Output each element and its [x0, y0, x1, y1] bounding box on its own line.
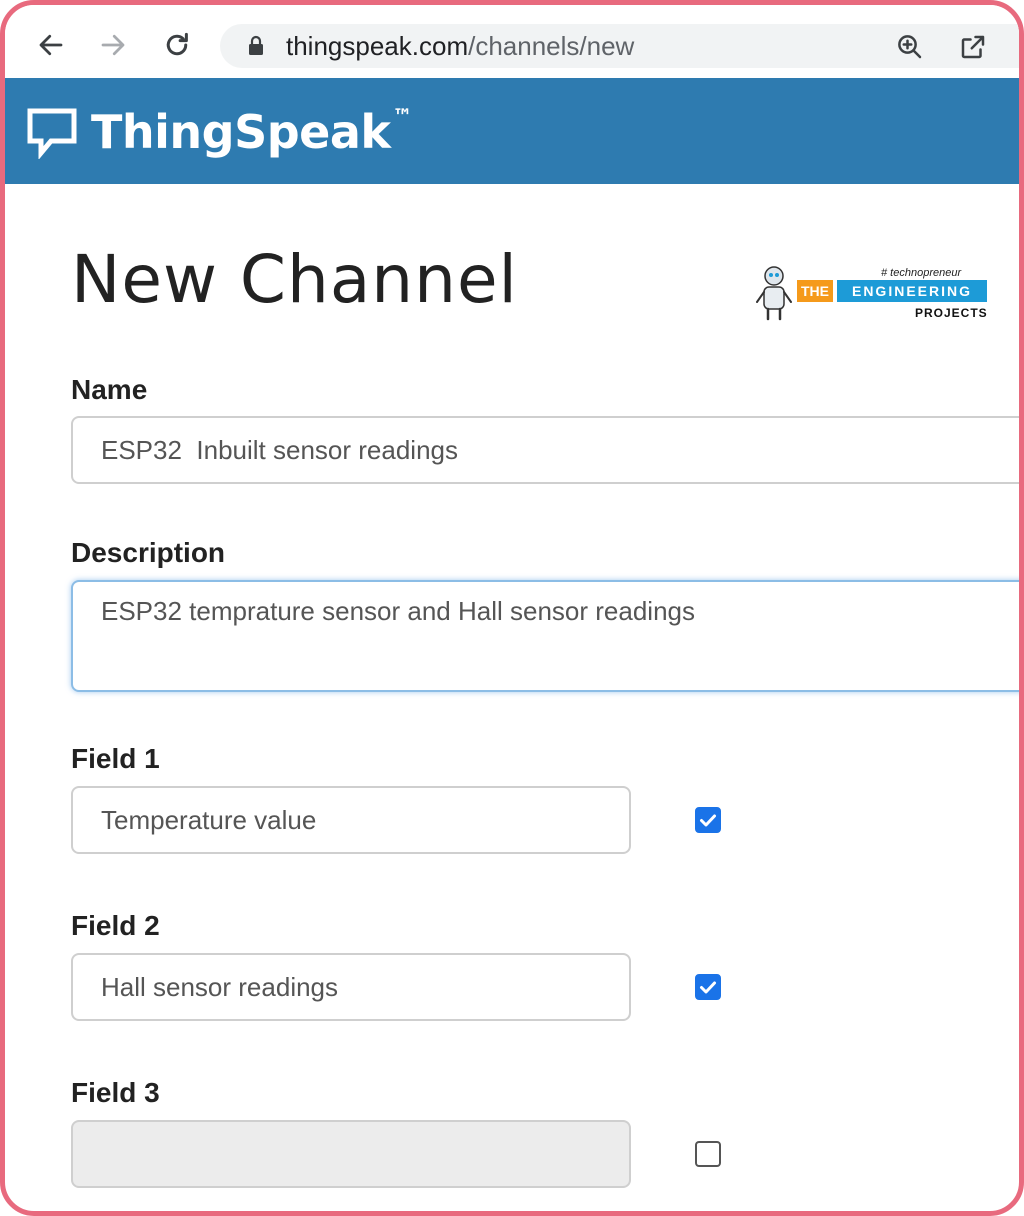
robot-icon	[756, 266, 792, 321]
checkmark-icon	[700, 981, 716, 994]
field-1-checkbox[interactable]	[695, 807, 721, 833]
url-host: thingspeak.com	[286, 31, 469, 61]
lock-icon[interactable]	[244, 34, 268, 58]
name-input[interactable]	[71, 416, 1019, 484]
trademark-symbol: ™	[392, 104, 413, 128]
share-icon[interactable]	[958, 32, 988, 62]
thingspeak-logo[interactable]: ThingSpeak ™	[25, 102, 412, 162]
watermark-tagline: # technopreneur	[881, 267, 962, 279]
back-button[interactable]	[31, 25, 71, 65]
zoom-icon[interactable]	[895, 32, 925, 62]
forward-button[interactable]	[93, 25, 133, 65]
description-textarea[interactable]: ESP32 temprature sensor and Hall sensor …	[71, 580, 1019, 692]
checkmark-icon	[700, 814, 716, 827]
watermark-the: THE	[797, 280, 833, 302]
field-2-checkbox[interactable]	[695, 974, 721, 1000]
field-3-label: Field 3	[71, 1077, 160, 1108]
url-text[interactable]: thingspeak.com/channels/new	[286, 31, 634, 61]
back-icon	[39, 34, 63, 56]
page-title: New Channel	[71, 241, 518, 318]
reload-icon	[166, 32, 188, 56]
field-2-input[interactable]	[71, 953, 631, 1021]
watermark-engineering: ENGINEERING	[837, 280, 987, 302]
brand-name: ThingSpeak	[91, 105, 391, 159]
address-bar[interactable]: thingspeak.com/channels/new	[220, 24, 1019, 68]
field-1-label: Field 1	[71, 743, 160, 774]
screenshot-frame: thingspeak.com/channels/new ThingSpeak ™…	[0, 0, 1024, 1216]
name-label: Name	[71, 374, 148, 405]
engineering-projects-logo: # technopreneur THE ENGINEERING PROJECTS	[753, 264, 993, 324]
field-1-input[interactable]	[71, 786, 631, 854]
new-channel-form: New Channel # technopreneur THE ENGINEER…	[5, 184, 1019, 1211]
field-3-input[interactable]	[71, 1120, 631, 1188]
site-header: ThingSpeak ™	[5, 78, 1019, 184]
field-3-checkbox[interactable]	[695, 1141, 721, 1167]
description-label: Description	[71, 537, 226, 568]
watermark-projects: PROJECTS	[915, 306, 988, 320]
field-2-label: Field 2	[71, 910, 160, 941]
reload-button[interactable]	[157, 25, 197, 65]
url-path: /channels/new	[468, 31, 635, 61]
forward-icon	[101, 34, 125, 56]
browser-toolbar: thingspeak.com/channels/new	[5, 5, 1019, 78]
speech-bubble-icon	[27, 108, 77, 159]
